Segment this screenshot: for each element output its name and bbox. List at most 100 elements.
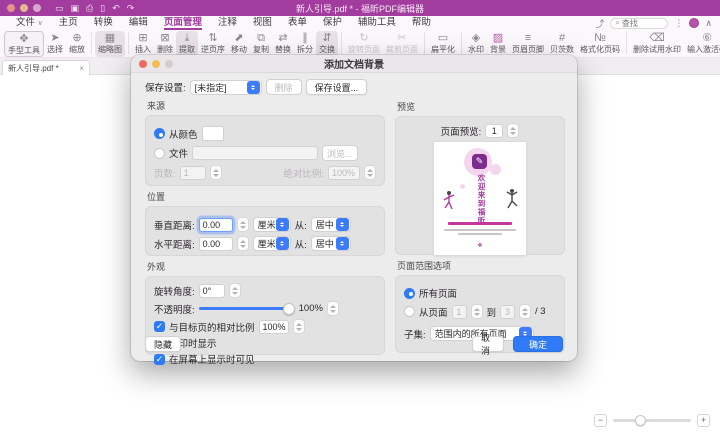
save-icon[interactable]: ▣	[71, 0, 80, 16]
background-button[interactable]: ▨背景	[487, 31, 509, 57]
vertical-distance-stepper[interactable]	[237, 217, 249, 232]
select-button[interactable]: ➤选择	[44, 31, 66, 57]
from-color-radio[interactable]	[154, 128, 165, 139]
dialog-titlebar[interactable]: 添加文档背景	[131, 55, 577, 73]
zoom-button[interactable]: ⊕缩放	[66, 31, 88, 57]
menu-edit[interactable]: 编辑	[129, 16, 148, 30]
flatten-button[interactable]: ▭扁平化	[428, 31, 458, 57]
horizontal-from-select[interactable]: 居中	[311, 236, 351, 251]
delete-button[interactable]: ⊠删除	[154, 31, 176, 57]
relative-scale-checkbox[interactable]: ✓	[154, 321, 165, 332]
duplicate-button[interactable]: ⧉复制	[250, 31, 272, 57]
abs-scale-stepper[interactable]	[364, 165, 376, 180]
redo-icon[interactable]: ↷	[127, 0, 135, 16]
close-window-button[interactable]	[7, 4, 15, 12]
zoom-out-button[interactable]: −	[594, 414, 607, 427]
thumbnails-button[interactable]: ▦缩略图	[95, 31, 125, 57]
menu-accessibility-tools[interactable]: 辅助工具	[358, 16, 396, 30]
search-box[interactable]: ⌕	[610, 18, 668, 29]
save-setting-button[interactable]: 保存设置...	[306, 79, 368, 95]
browse-button[interactable]: 浏览...	[322, 145, 358, 161]
pages-stepper[interactable]	[210, 165, 222, 180]
format-page-number-button[interactable]: №格式化页码	[577, 31, 623, 57]
menu-help[interactable]: 帮助	[412, 16, 431, 30]
all-pages-radio[interactable]	[404, 288, 415, 299]
minimize-window-button[interactable]	[20, 4, 28, 12]
split-button[interactable]: ∥拆分	[294, 31, 316, 57]
show-on-screen-checkbox[interactable]: ✓	[154, 354, 165, 365]
user-avatar[interactable]	[689, 18, 699, 28]
swap-button[interactable]: ⇵交换	[316, 31, 338, 57]
bates-number-button[interactable]: #贝茨数	[547, 31, 577, 57]
menu-file[interactable]: 文件 ∨	[16, 16, 43, 30]
watermark-button[interactable]: ◈水印	[465, 31, 487, 57]
to-page-stepper[interactable]	[519, 304, 531, 319]
open-icon[interactable]: ▭	[55, 0, 64, 16]
background-color-swatch[interactable]	[202, 126, 224, 141]
split-icon: ∥	[302, 32, 308, 45]
relative-scale-stepper[interactable]	[293, 319, 305, 334]
dialog-window-controls[interactable]	[139, 60, 173, 68]
insert-button[interactable]: ⊞插入	[132, 31, 154, 57]
menu-protect[interactable]: 保护	[323, 16, 342, 30]
document-tab[interactable]: 新人引导.pdf * ×	[2, 60, 90, 75]
document-icon[interactable]: ▯	[100, 0, 105, 16]
save-settings-select[interactable]: [未指定]	[190, 80, 262, 95]
zoom-slider-handle[interactable]	[635, 415, 646, 426]
menu-home[interactable]: 主页	[59, 16, 78, 30]
page-range-radio[interactable]	[404, 306, 415, 317]
print-icon[interactable]: ⎙	[86, 0, 93, 16]
vertical-unit-select[interactable]: 厘米	[253, 217, 291, 232]
remove-trial-watermark-button[interactable]: ⌫删除试用水印	[630, 31, 684, 57]
close-tab-icon[interactable]: ×	[79, 64, 84, 73]
hide-button[interactable]: 隐藏	[145, 336, 181, 352]
file-path-input[interactable]	[192, 146, 318, 160]
rotation-stepper[interactable]	[229, 283, 241, 298]
vertical-from-select[interactable]: 居中	[311, 217, 351, 232]
to-page-input[interactable]: 3	[500, 305, 515, 319]
window-controls[interactable]	[7, 4, 41, 12]
pages-input[interactable]: 1	[180, 166, 206, 180]
from-page-input[interactable]: 1	[452, 305, 467, 319]
more-options-icon[interactable]: ⋮	[674, 18, 683, 29]
horizontal-unit-select[interactable]: 厘米	[253, 236, 291, 251]
vertical-distance-input[interactable]: 0.00	[199, 218, 233, 232]
undo-icon[interactable]: ↶	[112, 0, 120, 16]
rotation-input[interactable]: 0°	[199, 284, 225, 298]
horizontal-distance-input[interactable]: 0.00	[199, 237, 233, 251]
hand-tool-button[interactable]: ✥手型工具	[4, 31, 44, 57]
menu-form[interactable]: 表单	[288, 16, 307, 30]
zoom-slider[interactable]	[613, 419, 691, 422]
page-preview-input[interactable]: 1	[485, 124, 503, 138]
header-footer-button[interactable]: ≡页眉页脚	[509, 31, 547, 57]
menu-page-management[interactable]: 页面管理	[164, 16, 202, 30]
enter-activation-code-button[interactable]: ⑥输入激活码	[684, 31, 720, 57]
delete-setting-button[interactable]: 删除	[266, 79, 302, 95]
from-file-label: 文件	[169, 146, 188, 160]
move-button[interactable]: ⬈移动	[228, 31, 250, 57]
ok-button[interactable]: 确定	[513, 336, 563, 352]
dialog-close-button[interactable]	[139, 60, 147, 68]
extract-button[interactable]: ⤓提取	[176, 31, 198, 57]
dialog-minimize-button[interactable]	[152, 60, 160, 68]
replace-button[interactable]: ⇄替换	[272, 31, 294, 57]
opacity-slider-handle[interactable]	[283, 303, 295, 315]
menu-comment[interactable]: 注释	[218, 16, 237, 30]
horizontal-distance-stepper[interactable]	[237, 236, 249, 251]
zoom-in-button[interactable]: +	[697, 414, 710, 427]
from-file-radio[interactable]	[154, 148, 165, 159]
opacity-slider[interactable]	[199, 307, 295, 310]
zoom-window-button[interactable]	[33, 4, 41, 12]
share-icon[interactable]: ⤴	[595, 17, 604, 30]
from-page-stepper[interactable]	[471, 304, 483, 319]
reverse-order-button[interactable]: ⇅逆页序	[198, 31, 228, 57]
collapse-ribbon-icon[interactable]: ∧	[705, 18, 712, 29]
relative-scale-input[interactable]: 100%	[259, 320, 289, 334]
menu-view[interactable]: 视图	[253, 16, 272, 30]
abs-scale-input[interactable]: 100%	[328, 166, 360, 180]
page-preview-stepper[interactable]	[507, 123, 519, 138]
opacity-stepper[interactable]	[327, 301, 339, 316]
cancel-button[interactable]: 取消	[472, 336, 504, 352]
search-input[interactable]	[622, 19, 662, 28]
menu-convert[interactable]: 转换	[94, 16, 113, 30]
